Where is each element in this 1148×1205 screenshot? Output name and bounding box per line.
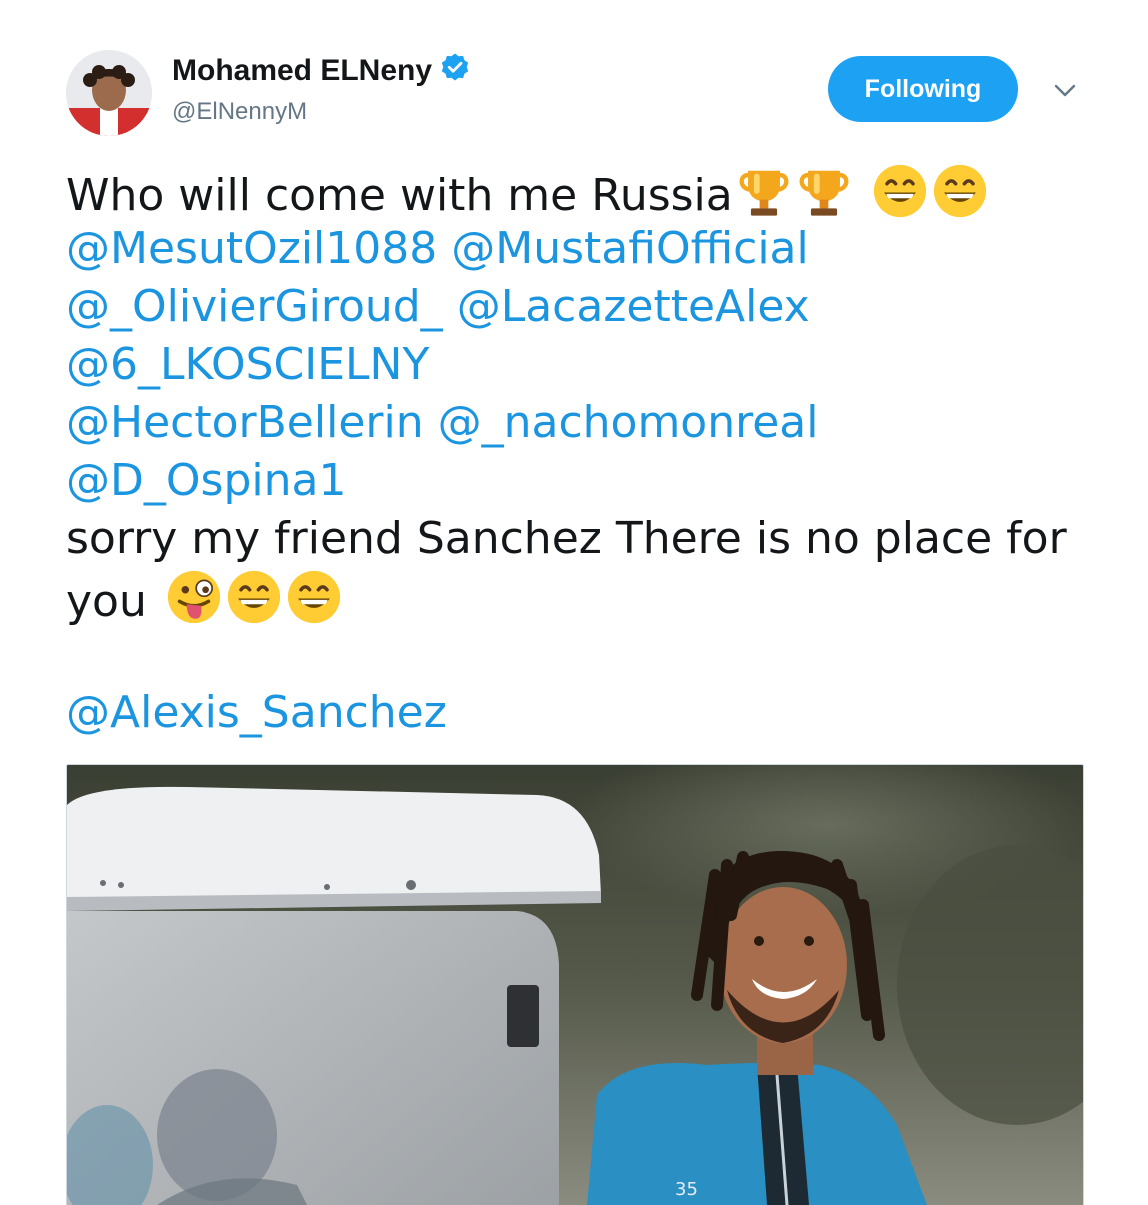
author-name[interactable]: Mohamed ELNeny xyxy=(172,54,432,88)
grinning-face-icon xyxy=(933,164,986,218)
mention-link[interactable]: @LacazetteAlex xyxy=(457,281,810,332)
mention-link[interactable]: @_nachomonreal xyxy=(438,397,819,448)
mention-link[interactable]: @6_LKOSCIELNY xyxy=(66,339,429,390)
mention-link[interactable]: @D_Ospina1 xyxy=(66,455,346,506)
tweet-line-10: @Alexis_Sanchez xyxy=(66,684,1096,742)
grinning-face-icon xyxy=(287,570,340,624)
author-handle[interactable]: @ElNennyM xyxy=(172,98,307,126)
author-name-row[interactable]: Mohamed ELNeny xyxy=(172,52,470,90)
trophy-icon xyxy=(799,170,849,216)
tweet-photo[interactable]: 35 xyxy=(66,764,1084,1205)
tweet-line-8: you xyxy=(66,568,1096,627)
mention-link[interactable]: @MustafiOfficial xyxy=(451,223,808,274)
avatar[interactable] xyxy=(66,50,152,136)
winking-face-with-tongue-icon xyxy=(167,570,220,624)
tweet-text: Who will come with me Russia @MesutOzil1… xyxy=(66,162,1096,742)
following-button[interactable]: Following xyxy=(828,56,1018,122)
user-avatar-icon xyxy=(66,50,152,136)
tweet-text-intro: Who will come with me Russia xyxy=(66,170,733,221)
tweet-menu-button[interactable] xyxy=(1048,76,1082,106)
mention-link[interactable]: @HectorBellerin xyxy=(66,397,424,448)
mention-link[interactable]: @_OlivierGiroud_ xyxy=(66,281,443,332)
tweet-text-you: you xyxy=(66,576,147,627)
tweet-line-4: @6_LKOSCIELNY xyxy=(66,336,1096,394)
tweet-line-5: @HectorBellerin @_nachomonreal xyxy=(66,394,1096,452)
chevron-down-icon xyxy=(1054,84,1076,97)
tweet-line-2: @MesutOzil1088 @MustafiOfficial xyxy=(66,220,1096,278)
svg-text:35: 35 xyxy=(675,1179,698,1200)
tweet-line-3: @_OlivierGiroud_ @LacazetteAlex xyxy=(66,278,1096,336)
mention-link[interactable]: @MesutOzil1088 xyxy=(66,223,437,274)
verified-badge-icon xyxy=(440,52,470,90)
tweet-line-7: sorry my friend Sanchez There is no plac… xyxy=(66,513,1067,564)
grinning-face-icon xyxy=(873,164,926,218)
grinning-face-icon xyxy=(227,570,280,624)
photo-icon: 35 xyxy=(67,765,1083,1205)
mention-link[interactable]: @Alexis_Sanchez xyxy=(66,687,447,738)
trophy-icon xyxy=(739,170,789,216)
tweet-line-1: Who will come with me Russia xyxy=(66,162,1096,221)
tweet-line-6: @D_Ospina1 xyxy=(66,452,1096,510)
